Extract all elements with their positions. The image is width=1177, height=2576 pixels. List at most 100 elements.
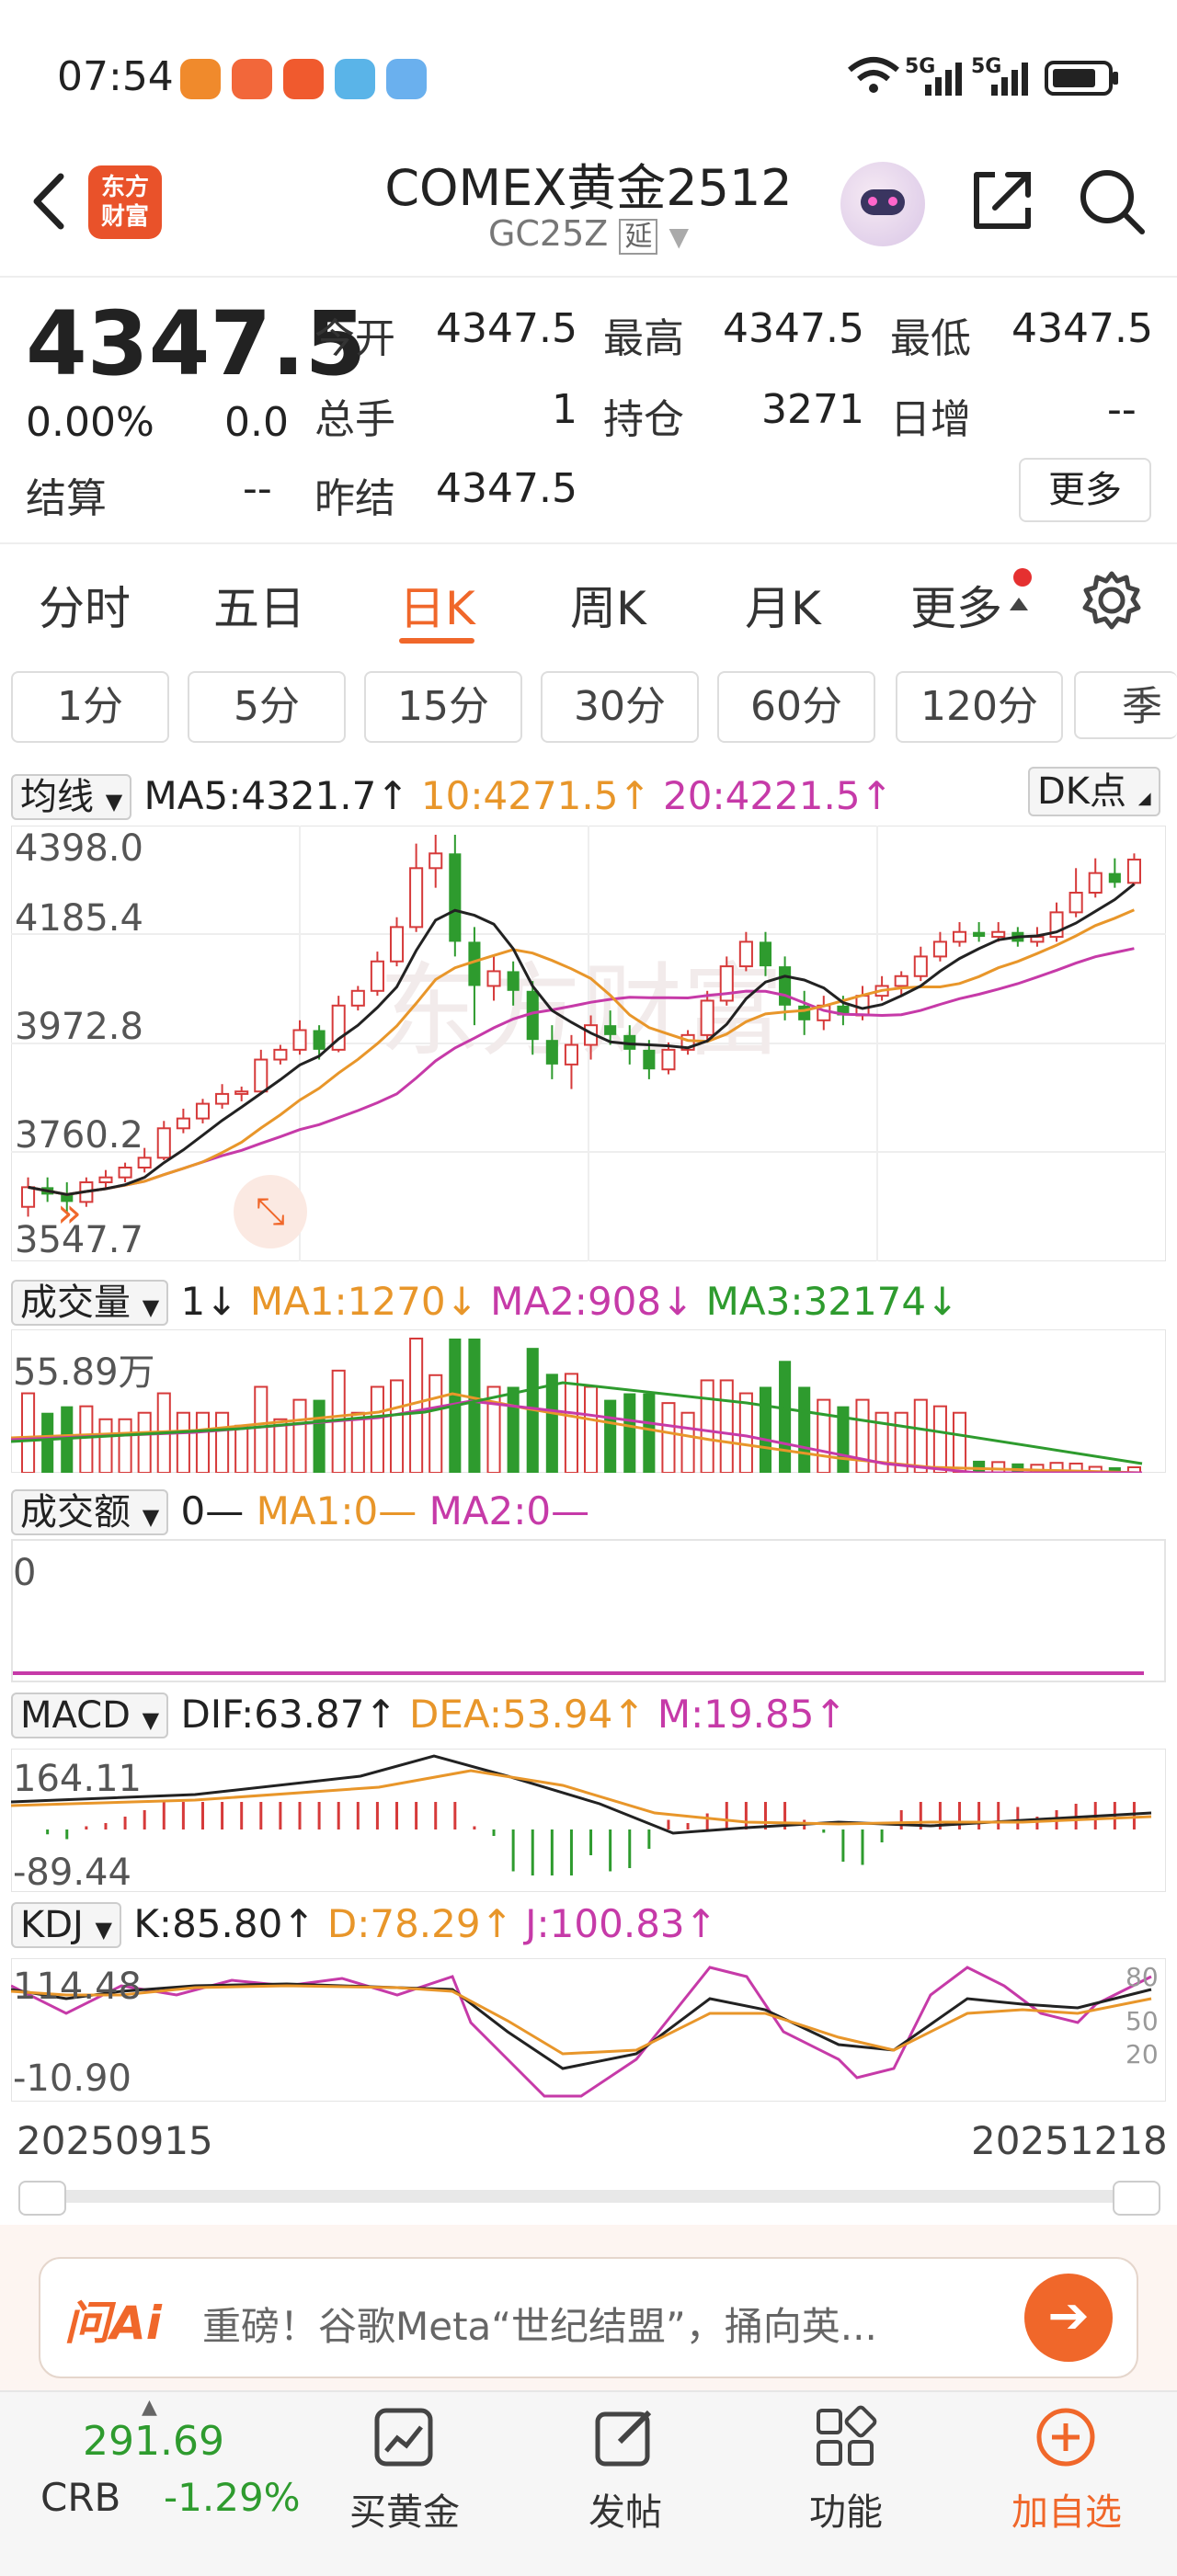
search-icon[interactable] (1076, 165, 1149, 239)
ai-banner[interactable]: 问Ai 重磅！谷歌Meta“世纪结盟”，捅向英... ➔ (39, 2257, 1138, 2378)
volume-bar (370, 1385, 384, 1473)
crb-change[interactable]: -1.29% (164, 2475, 301, 2520)
volume-bar (507, 1386, 520, 1473)
candle-body (370, 960, 384, 992)
volume-bar (21, 1392, 36, 1473)
tab-weekly-k[interactable]: 周K (570, 572, 646, 638)
open-value: 4347.5 (436, 305, 577, 352)
macd-chart[interactable] (11, 1749, 1166, 1892)
macd-dea: DEA:53.94↑ (409, 1692, 646, 1737)
settings-gear-icon[interactable] (1080, 568, 1144, 633)
candle-body (98, 1176, 113, 1184)
ma-dropdown[interactable]: 均线 ▼ (11, 774, 132, 820)
turnover-chart[interactable] (11, 1539, 1166, 1682)
turnover-ma2: MA2:0— (429, 1488, 590, 1533)
ai-headline: 重磅！谷歌Meta“世纪结盟”，捅向英... (202, 2304, 877, 2349)
turnover-current: 0— (180, 1488, 245, 1533)
kdj-dropdown[interactable]: KDJ ▼ (11, 1902, 122, 1948)
volume-bar (195, 1411, 211, 1473)
macd-dif: DIF:63.87↑ (180, 1692, 397, 1737)
dropdown-triangle-icon: ▼ (668, 222, 690, 252)
volume-bar (41, 1412, 54, 1473)
kdj-k: K:85.80↑ (133, 1901, 315, 1946)
macd-dropdown[interactable]: MACD ▼ (11, 1693, 169, 1738)
candle-body (991, 930, 1006, 939)
volume-chart[interactable] (11, 1329, 1166, 1473)
add-watchlist-icon[interactable] (1034, 2405, 1098, 2469)
volume-bar (604, 1399, 617, 1473)
price-axis-label: 4398.0 (15, 827, 143, 870)
buy-gold-icon[interactable] (371, 2405, 436, 2469)
period-5min-button[interactable]: 5分 (188, 671, 346, 743)
functions-grid-icon[interactable] (813, 2405, 877, 2469)
volume-bar (564, 1373, 578, 1473)
range-handle-left[interactable] (18, 2181, 66, 2216)
candle-body (1108, 872, 1121, 883)
triangle-icon (1010, 598, 1028, 610)
candle-body (1126, 858, 1141, 884)
period-60min-button[interactable]: 60分 (717, 671, 875, 743)
volume-bar (389, 1379, 405, 1473)
crb-value[interactable]: 291.69 (83, 2418, 224, 2465)
period-120min-button[interactable]: 120分 (896, 671, 1063, 743)
range-handle-right[interactable] (1113, 2181, 1160, 2216)
candle-body (661, 1048, 676, 1071)
buy-gold-button[interactable]: 买黄金 (331, 2482, 478, 2536)
tab-monthly-k[interactable]: 月K (745, 572, 821, 638)
expand-left-icon[interactable]: » (57, 1190, 82, 1237)
tab-more[interactable]: 更多 (910, 572, 1002, 638)
high-label: 最高 (603, 315, 684, 362)
post-button[interactable]: 发帖 (552, 2482, 699, 2536)
ai-go-arrow-icon[interactable]: ➔ (1024, 2274, 1113, 2362)
turnover-dropdown[interactable]: 成交额 ▼ (11, 1489, 169, 1535)
low-value: 4347.5 (1011, 305, 1153, 352)
crb-label[interactable]: CRB (40, 2475, 120, 2520)
candle-body (409, 867, 424, 929)
candle-body (389, 926, 405, 963)
candle-body (973, 931, 986, 938)
candle-body (564, 1043, 578, 1066)
app-notification-icon (283, 59, 324, 99)
share-icon[interactable] (967, 165, 1037, 235)
range-scrollbar[interactable] (18, 2190, 1159, 2203)
volume-bar (137, 1411, 152, 1473)
candle-body (855, 995, 870, 1017)
candle-body (759, 941, 772, 967)
volume-value: 1 (552, 386, 577, 433)
period-1min-button[interactable]: 1分 (11, 671, 169, 743)
fullscreen-icon[interactable]: ⤡ (234, 1175, 307, 1248)
battery-icon (1045, 61, 1118, 96)
volume-bar (973, 1460, 986, 1473)
period-30min-button[interactable]: 30分 (541, 671, 699, 743)
volume-bar (661, 1402, 676, 1473)
period-15min-button[interactable]: 15分 (364, 671, 522, 743)
volume-bar (623, 1393, 636, 1473)
volume-dropdown[interactable]: 成交量 ▼ (11, 1280, 169, 1326)
open-interest-value: 3271 (761, 386, 864, 433)
candle-body (507, 971, 520, 991)
low-label: 最低 (890, 315, 971, 362)
candle-body (486, 970, 501, 987)
dk-point-button[interactable]: DK点 ◢ (1028, 767, 1160, 816)
post-edit-icon[interactable] (592, 2405, 657, 2469)
functions-button[interactable]: 功能 (772, 2482, 920, 2536)
add-watchlist-button[interactable]: 加自选 (993, 2482, 1140, 2536)
tab-daily-k[interactable]: 日K (399, 572, 475, 638)
turnover-ma1: MA1:0— (256, 1488, 417, 1533)
signal-icon (925, 63, 962, 96)
volume-bar (254, 1385, 269, 1473)
candlestick-chart[interactable]: 东方财富 (11, 826, 1166, 1261)
period-quarter-button[interactable]: 季K (1074, 671, 1177, 739)
candle-body (779, 966, 792, 1006)
tab-intraday[interactable]: 分时 (39, 572, 131, 638)
change-value: 0.0 (224, 399, 289, 446)
turnover-legend: 成交额 ▼ 0— MA1:0— MA2:0— (11, 1482, 1166, 1535)
kdj-chart[interactable] (11, 1958, 1166, 2102)
delayed-badge: 延 (619, 219, 658, 255)
volume-bar (176, 1411, 190, 1473)
tab-five-day[interactable]: 五日 (213, 572, 305, 638)
assistant-avatar[interactable] (840, 162, 925, 246)
candle-body (254, 1058, 269, 1093)
volume-ma3: MA3:32174↓ (705, 1279, 959, 1324)
more-button[interactable]: 更多 (1019, 458, 1151, 522)
